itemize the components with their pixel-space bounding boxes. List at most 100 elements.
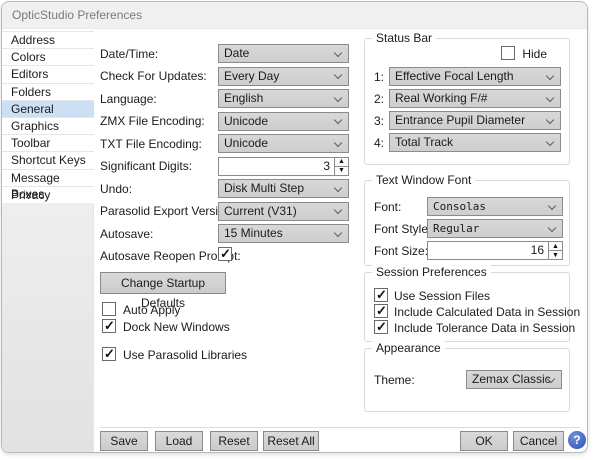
include-tolerance-data-checkbox[interactable]: [374, 320, 388, 334]
spinner: ▲ ▼: [334, 158, 348, 175]
spinner-down-icon[interactable]: ▼: [549, 251, 562, 259]
chevron-down-icon: [334, 228, 342, 236]
use-session-files-checkbox[interactable]: [374, 288, 388, 302]
zmx-encoding-label: ZMX File Encoding:: [100, 114, 205, 128]
sidebar-item-message-boxes[interactable]: Message Boxes: [2, 170, 94, 187]
significant-digits-input[interactable]: 3 ▲ ▼: [218, 157, 349, 176]
sidebar-item-graphics[interactable]: Graphics: [2, 118, 94, 135]
chevron-down-icon: [546, 137, 554, 145]
session-preferences-group-title: Session Preferences: [372, 265, 491, 279]
spinner: ▲ ▼: [548, 242, 562, 259]
sidebar-item-address[interactable]: Address: [2, 32, 94, 49]
autosave-reopen-checkbox[interactable]: [218, 247, 232, 261]
status-row-3-num: 3:: [374, 114, 384, 128]
font-style-dropdown[interactable]: Regular: [427, 219, 563, 238]
font-size-input[interactable]: 16 ▲ ▼: [427, 241, 563, 260]
date-time-dropdown[interactable]: Date: [218, 44, 349, 63]
undo-dropdown[interactable]: Disk Multi Step: [218, 179, 349, 198]
include-calculated-data-label: Include Calculated Data in Session: [394, 305, 580, 319]
sidebar-item-toolbar[interactable]: Toolbar: [2, 135, 94, 152]
spinner-up-icon[interactable]: ▲: [335, 158, 348, 167]
chevron-down-icon: [334, 48, 342, 56]
zmx-encoding-dropdown[interactable]: Unicode: [218, 112, 349, 131]
chevron-down-icon: [546, 115, 554, 123]
status-row-4-dropdown[interactable]: Total Track: [389, 133, 561, 152]
spinner-up-icon[interactable]: ▲: [549, 242, 562, 251]
language-label: Language:: [100, 92, 157, 106]
parasolid-version-dropdown[interactable]: Current (V31): [218, 202, 349, 221]
chevron-down-icon: [334, 183, 342, 191]
font-size-label: Font Size:: [374, 244, 428, 258]
chevron-down-icon: [334, 93, 342, 101]
status-bar-group-title: Status Bar: [372, 31, 436, 45]
font-label: Font:: [374, 200, 401, 214]
spinner-down-icon[interactable]: ▼: [335, 167, 348, 175]
parasolid-version-label: Parasolid Export Version:: [100, 204, 235, 218]
appearance-group: Appearance Theme: Zemax Classic: [364, 348, 570, 412]
change-startup-defaults-button[interactable]: Change Startup Defaults: [100, 272, 226, 294]
sidebar: Address Colors Editors Folders General G…: [2, 31, 94, 204]
chevron-down-icon: [334, 71, 342, 79]
sidebar-filler: [2, 203, 94, 452]
chevron-down-icon: [334, 116, 342, 124]
autosave-label: Autosave:: [100, 227, 153, 241]
reset-button[interactable]: Reset: [210, 431, 258, 451]
date-time-label: Date/Time:: [100, 47, 158, 61]
include-calculated-data-checkbox[interactable]: [374, 304, 388, 318]
sidebar-item-editors[interactable]: Editors: [2, 66, 94, 83]
font-style-label: Font Style:: [374, 222, 431, 236]
save-button[interactable]: Save: [100, 431, 148, 451]
include-tolerance-data-label: Include Tolerance Data in Session: [394, 321, 575, 335]
theme-dropdown[interactable]: Zemax Classic: [466, 370, 562, 389]
text-window-font-group-title: Text Window Font: [372, 173, 475, 187]
auto-apply-label: Auto Apply: [123, 303, 180, 317]
auto-apply-checkbox[interactable]: [102, 302, 116, 316]
language-dropdown[interactable]: English: [218, 89, 349, 108]
use-parasolid-libraries-label: Use Parasolid Libraries: [123, 348, 247, 362]
chevron-down-icon: [548, 201, 556, 209]
status-bar-group: Status Bar Hide 1: Effective Focal Lengt…: [364, 38, 570, 165]
chevron-down-icon: [334, 138, 342, 146]
txt-encoding-label: TXT File Encoding:: [100, 137, 202, 151]
status-row-3-dropdown[interactable]: Entrance Pupil Diameter: [389, 111, 561, 130]
use-session-files-label: Use Session Files: [394, 289, 490, 303]
chevron-down-icon: [546, 93, 554, 101]
autosave-dropdown[interactable]: 15 Minutes: [218, 224, 349, 243]
text-window-font-group: Text Window Font Font: Consolas Font Sty…: [364, 180, 570, 266]
undo-label: Undo:: [100, 182, 132, 196]
session-preferences-group: Session Preferences Use Session Files In…: [364, 272, 570, 342]
status-row-2-num: 2:: [374, 92, 384, 106]
status-row-4-num: 4:: [374, 136, 384, 150]
sidebar-item-privacy[interactable]: Privacy: [2, 187, 94, 204]
footer-separator: [100, 427, 580, 428]
sidebar-item-shortcut-keys[interactable]: Shortcut Keys: [2, 152, 94, 169]
load-button[interactable]: Load: [155, 431, 203, 451]
chevron-down-icon: [334, 206, 342, 214]
status-row-2-dropdown[interactable]: Real Working F/#: [389, 89, 561, 108]
preferences-window: OpticStudio Preferences Address Colors E…: [1, 1, 588, 453]
hide-label: Hide: [522, 47, 547, 61]
ok-button[interactable]: OK: [460, 431, 508, 451]
use-parasolid-libraries-checkbox[interactable]: [102, 347, 116, 361]
reset-all-button[interactable]: Reset All: [263, 431, 319, 451]
window-title: OpticStudio Preferences: [12, 8, 142, 22]
status-row-1-dropdown[interactable]: Effective Focal Length: [389, 67, 561, 86]
font-dropdown[interactable]: Consolas: [427, 197, 563, 216]
title-bar: OpticStudio Preferences: [2, 2, 587, 29]
hide-checkbox[interactable]: [501, 46, 515, 60]
status-row-1-num: 1:: [374, 70, 384, 84]
theme-label: Theme:: [374, 373, 415, 387]
chevron-down-icon: [546, 71, 554, 79]
cancel-button[interactable]: Cancel: [513, 431, 564, 451]
sidebar-item-general[interactable]: General: [2, 101, 94, 118]
check-updates-label: Check For Updates:: [100, 69, 207, 83]
chevron-down-icon: [548, 223, 556, 231]
sidebar-item-folders[interactable]: Folders: [2, 84, 94, 101]
sidebar-item-colors[interactable]: Colors: [2, 49, 94, 66]
dock-new-windows-label: Dock New Windows: [123, 320, 230, 334]
significant-digits-label: Significant Digits:: [100, 159, 192, 173]
txt-encoding-dropdown[interactable]: Unicode: [218, 134, 349, 153]
dock-new-windows-checkbox[interactable]: [102, 319, 116, 333]
check-updates-dropdown[interactable]: Every Day: [218, 67, 349, 86]
help-icon[interactable]: ?: [568, 431, 586, 449]
